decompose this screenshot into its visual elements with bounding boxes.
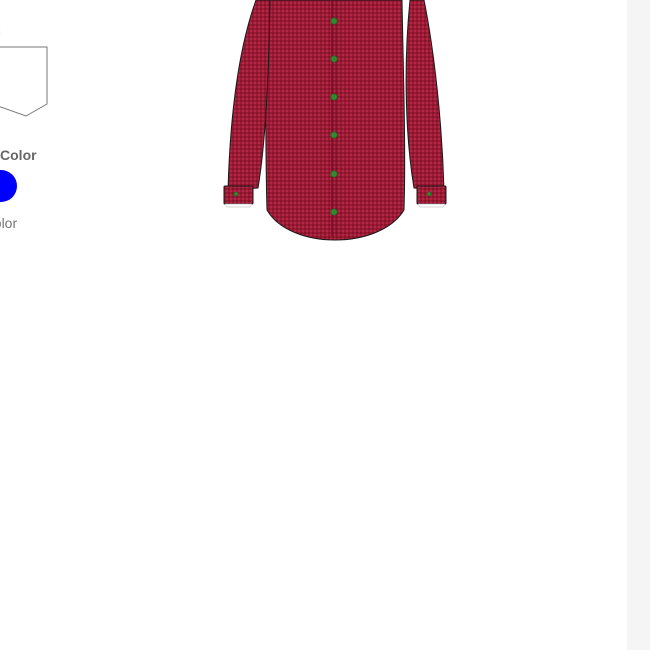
thread-color-swatch[interactable] <box>0 170 17 202</box>
shirt-preview <box>220 0 450 245</box>
right-side-panel[interactable] <box>627 0 650 650</box>
cuff-button-right <box>426 191 432 197</box>
shirt-body <box>261 0 406 241</box>
right-sleeve <box>405 0 445 191</box>
shirt-button <box>330 55 338 63</box>
shirt-button <box>330 17 338 25</box>
pocket-shape-icon[interactable] <box>0 46 48 118</box>
button-color-label: e Color <box>0 215 18 231</box>
shirt-button <box>330 170 338 178</box>
left-sleeve <box>227 0 271 191</box>
left-cuff-lining <box>224 203 253 208</box>
shirt-illustration <box>223 0 447 241</box>
customization-options-panel: ket ead Color e Color <box>0 0 120 260</box>
shirt-customizer-page: ket ead Color e Color <box>0 0 650 650</box>
right-cuff <box>416 185 447 205</box>
shirt-button <box>330 131 338 139</box>
thread-color-heading: ead Color <box>0 147 37 163</box>
shirt-button <box>330 208 338 216</box>
right-cuff-lining <box>417 203 446 208</box>
left-cuff <box>223 185 254 205</box>
shirt-button <box>330 93 338 101</box>
cuff-button-left <box>233 191 239 197</box>
